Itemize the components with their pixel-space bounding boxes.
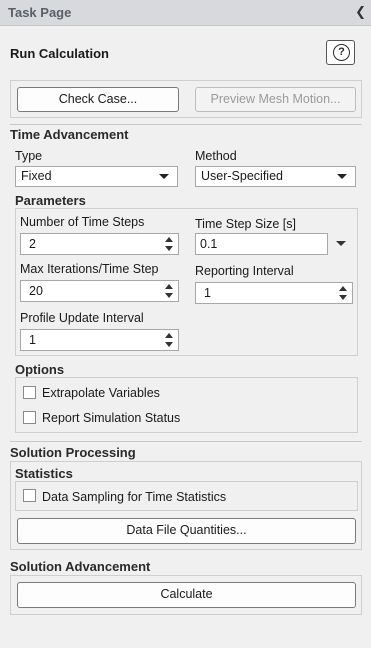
spin-up-icon[interactable]	[165, 284, 173, 289]
max-iterations-value: 20	[29, 284, 43, 298]
reporting-interval-label: Reporting Interval	[195, 264, 294, 278]
extrapolate-variables-label: Extrapolate Variables	[42, 386, 160, 400]
spin-down-icon[interactable]	[165, 293, 173, 298]
solution-advancement-heading: Solution Advancement	[10, 559, 151, 574]
profile-update-value: 1	[29, 333, 36, 347]
help-button[interactable]: ?	[326, 40, 355, 65]
page-title: Run Calculation	[10, 46, 109, 61]
calculate-button[interactable]: Calculate	[17, 582, 356, 608]
max-iterations-label: Max Iterations/Time Step	[20, 262, 159, 276]
data-file-quantities-button[interactable]: Data File Quantities...	[17, 518, 356, 544]
preview-mesh-motion-button[interactable]: Preview Mesh Motion...	[195, 87, 356, 112]
check-case-button[interactable]: Check Case...	[17, 87, 179, 112]
max-iterations-spinner[interactable]: 20	[20, 280, 179, 302]
data-sampling-checkbox[interactable]	[23, 489, 36, 502]
time-advancement-heading: Time Advancement	[10, 127, 129, 142]
reporting-interval-spinner[interactable]: 1	[195, 282, 353, 304]
spin-down-icon[interactable]	[339, 295, 347, 300]
chevron-down-icon	[159, 174, 169, 179]
spin-down-icon[interactable]	[165, 342, 173, 347]
type-label: Type	[15, 149, 43, 163]
time-step-size-input[interactable]: 0.1	[195, 233, 328, 255]
profile-update-spinner[interactable]: 1	[20, 329, 179, 351]
profile-update-label: Profile Update Interval	[20, 311, 144, 325]
extrapolate-variables-checkbox[interactable]	[23, 386, 36, 399]
time-step-size-label: Time Step Size [s]	[195, 217, 296, 231]
spin-down-icon[interactable]	[165, 246, 173, 251]
reporting-interval-value: 1	[204, 286, 211, 300]
window-title: Task Page	[8, 5, 72, 20]
parameters-heading: Parameters	[15, 193, 86, 208]
divider	[10, 124, 362, 125]
type-dropdown-value: Fixed	[21, 169, 52, 183]
spin-up-icon[interactable]	[165, 237, 173, 242]
solution-processing-heading: Solution Processing	[10, 445, 136, 460]
statistics-heading: Statistics	[15, 466, 73, 481]
method-dropdown[interactable]: User-Specified	[195, 166, 356, 187]
method-dropdown-value: User-Specified	[201, 169, 283, 183]
help-icon: ?	[333, 44, 350, 61]
num-time-steps-label: Number of Time Steps	[20, 215, 145, 229]
time-step-size-dropdown-icon[interactable]	[336, 241, 346, 246]
time-step-size-value: 0.1	[200, 237, 218, 251]
spin-up-icon[interactable]	[165, 333, 173, 338]
spin-up-icon[interactable]	[339, 286, 347, 291]
num-time-steps-value: 2	[29, 237, 36, 251]
chevron-down-icon	[337, 174, 347, 179]
options-heading: Options	[15, 362, 65, 377]
type-dropdown[interactable]: Fixed	[15, 166, 178, 187]
report-simulation-status-checkbox[interactable]	[23, 411, 36, 424]
chevron-left-icon[interactable]: ❮	[355, 4, 366, 20]
report-simulation-status-label: Report Simulation Status	[42, 411, 181, 425]
divider	[10, 441, 362, 442]
task-page-titlebar: Task Page ❮	[0, 0, 371, 26]
num-time-steps-spinner[interactable]: 2	[20, 233, 179, 255]
method-label: Method	[195, 149, 237, 163]
data-sampling-label: Data Sampling for Time Statistics	[42, 490, 227, 504]
